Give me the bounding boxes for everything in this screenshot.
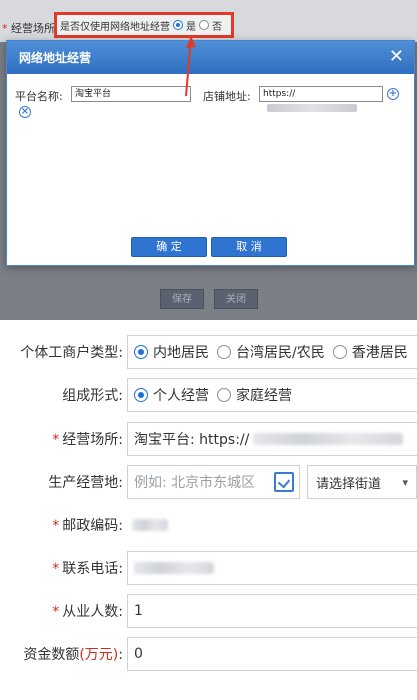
staff-row: * 从业人数: 1: [0, 592, 417, 630]
composition-options: 个人经营 家庭经营: [127, 378, 417, 412]
postal-value-redacted: [132, 519, 168, 531]
chevron-down-icon: ▾: [402, 476, 408, 489]
composition-row: 组成形式: 个人经营 家庭经营: [0, 376, 417, 414]
composition-option-family[interactable]: 家庭经营: [217, 385, 292, 405]
merchant-type-options: 内地居民 台湾居民/农民 香港居民: [127, 335, 417, 369]
phone-input[interactable]: [127, 551, 417, 585]
production-label: 生产经营地:: [48, 475, 123, 491]
phone-label: * 联系电话:: [52, 561, 123, 577]
remove-row-icon[interactable]: ×: [19, 106, 31, 118]
radio-selected-icon: [134, 388, 148, 402]
confirm-button[interactable]: 确 定: [131, 237, 207, 257]
add-row-icon[interactable]: +: [387, 88, 399, 100]
platform-name-input[interactable]: 淘宝平台: [71, 86, 191, 102]
merchant-type-label: 个体工商户类型:: [20, 345, 123, 361]
radio-icon: [217, 345, 231, 359]
radio-selected-icon: [134, 345, 148, 359]
type-option-taiwan[interactable]: 台湾居民/农民: [217, 342, 325, 362]
bg-location-label: * 经营场所: [2, 22, 55, 35]
redacted-text: [253, 433, 404, 445]
merchant-type-row: 个体工商户类型: 内地居民 台湾居民/农民 香港居民: [0, 333, 417, 371]
capital-row: 资金数额(万元): 0: [0, 635, 417, 673]
radio-icon: [332, 345, 347, 359]
overlay-backdrop: * 经营场所 是否仅使用网络地址经营 是 否 保存 关闭 网络地址经营 ✕ 平台…: [0, 0, 417, 320]
online-only-question: 是否仅使用网络地址经营: [60, 21, 170, 33]
redacted-text: [134, 562, 214, 574]
composition-label: 组成形式:: [62, 388, 123, 404]
no-label: 否: [212, 21, 222, 33]
phone-row: * 联系电话:: [0, 549, 417, 587]
production-row: 生产经营地: 例如: 北京市东城区 请选择街道 ▾: [0, 463, 417, 501]
cancel-button[interactable]: 取 消: [211, 237, 287, 257]
yes-radio[interactable]: [173, 20, 183, 30]
dialog-header: 网络地址经营 ✕: [7, 41, 414, 74]
type-option-mainland[interactable]: 内地居民: [134, 342, 209, 362]
store-address-label: 店铺地址:: [203, 90, 251, 103]
redacted-text: [267, 103, 357, 112]
type-option-hongkong[interactable]: 香港居民: [332, 342, 408, 362]
location-input[interactable]: 淘宝平台: https://: [127, 422, 417, 456]
dialog-body: 平台名称: 淘宝平台 店铺地址: https:// + × 确 定 取 消: [7, 74, 414, 264]
bg-save-button: 保存: [160, 289, 204, 309]
platform-name-label: 平台名称:: [15, 90, 63, 103]
yes-label: 是: [186, 21, 196, 33]
radio-icon: [217, 388, 231, 402]
bg-close-button: 关闭: [214, 289, 258, 309]
dialog-title: 网络地址经营: [19, 51, 92, 65]
location-row: * 经营场所: 淘宝平台: https://: [0, 420, 417, 458]
capital-input[interactable]: 0: [127, 637, 417, 671]
street-select[interactable]: 请选择街道 ▾: [307, 465, 417, 499]
checkbox-icon[interactable]: [274, 472, 294, 492]
location-label: * 经营场所:: [52, 432, 123, 448]
staff-label: * 从业人数:: [52, 604, 123, 620]
composition-option-individual[interactable]: 个人经营: [134, 385, 209, 405]
online-address-dialog: 网络地址经营 ✕ 平台名称: 淘宝平台 店铺地址: https:// + × 确…: [6, 40, 415, 266]
staff-input[interactable]: 1: [127, 594, 417, 628]
postal-row: * 邮政编码:: [0, 506, 417, 544]
online-only-question-highlight: 是否仅使用网络地址经营 是 否: [54, 12, 234, 38]
close-icon[interactable]: ✕: [389, 46, 404, 68]
postal-label: * 邮政编码:: [52, 518, 123, 534]
capital-label: 资金数额(万元):: [23, 647, 123, 663]
no-radio[interactable]: [199, 20, 209, 30]
store-address-input[interactable]: https://: [259, 86, 383, 112]
